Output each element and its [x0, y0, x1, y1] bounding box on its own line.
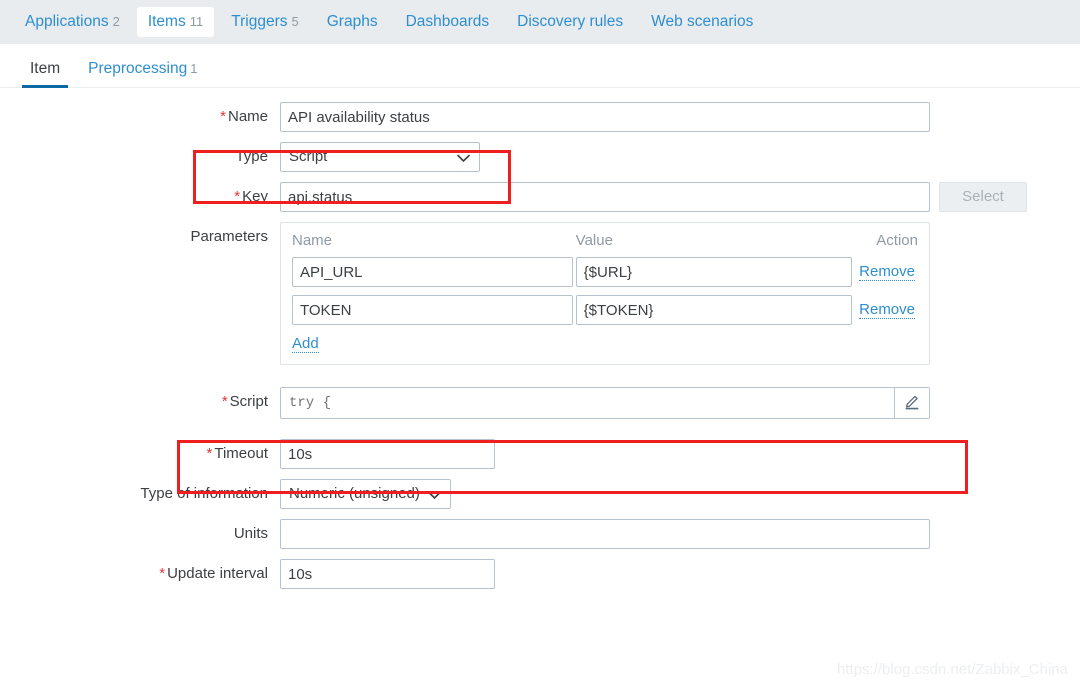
- label-update-interval: * Update interval: [0, 559, 280, 589]
- update-interval-input[interactable]: [280, 559, 495, 589]
- watermark: https://blog.csdn.net/Zabbix_China: [837, 661, 1068, 678]
- required-asterisk: *: [206, 445, 213, 462]
- label-type: Type: [0, 142, 280, 172]
- row-update-interval: * Update interval: [0, 559, 1080, 589]
- type-select[interactable]: Script: [280, 142, 480, 172]
- object-tab-label: Dashboards: [405, 13, 490, 30]
- cell-param-value: [575, 257, 853, 295]
- cell-param-name: [292, 295, 576, 333]
- label-parameters: Parameters: [0, 222, 280, 252]
- required-asterisk: *: [159, 565, 166, 582]
- row-script: * Script: [0, 387, 1080, 419]
- object-tab-bar: Applications 2 Items 11 Triggers 5 Graphs D…: [0, 0, 1080, 44]
- cell-param-action: Remove: [853, 257, 918, 295]
- parameters-panel: Name Value Action Remove: [280, 222, 930, 365]
- name-input[interactable]: [280, 102, 930, 132]
- cell-param-value: [575, 295, 853, 333]
- object-tab-items[interactable]: Items 11: [136, 7, 215, 37]
- object-tab-count: 2: [112, 14, 120, 29]
- cell-param-action: Remove: [853, 295, 918, 333]
- remove-param-link-0[interactable]: Remove: [859, 263, 915, 281]
- required-asterisk: *: [234, 188, 241, 205]
- object-tab-label: Items: [147, 13, 186, 30]
- object-tab-count: 5: [291, 14, 299, 29]
- table-row: Remove: [292, 257, 918, 295]
- table-row: Remove: [292, 295, 918, 333]
- cell-param-name: [292, 257, 576, 295]
- row-type-of-information: Type of information Numeric (unsigned): [0, 479, 1080, 509]
- tab-item[interactable]: Item: [16, 60, 74, 88]
- label-type-of-information: Type of information: [0, 479, 280, 509]
- type-select-value: Script: [289, 148, 328, 165]
- object-tab-graphs[interactable]: Graphs: [316, 7, 389, 37]
- object-tab-count: 11: [189, 14, 204, 29]
- type-of-information-select[interactable]: Numeric (unsigned): [280, 479, 451, 509]
- param-value-input-0[interactable]: [575, 257, 852, 287]
- label-name: * Name: [0, 102, 280, 132]
- units-input[interactable]: [280, 519, 930, 549]
- script-input[interactable]: [281, 388, 894, 418]
- label-parameters-text: Parameters: [190, 228, 268, 245]
- object-tab-label: Graphs: [326, 13, 378, 30]
- label-key: * Key: [0, 182, 280, 212]
- label-update-interval-text: Update interval: [167, 565, 268, 582]
- header-param-name: Name: [292, 232, 333, 249]
- tab-preprocessing-label: Preprocessing: [88, 60, 188, 77]
- header-param-value: Value: [575, 232, 613, 249]
- label-type-of-information-text: Type of information: [140, 485, 268, 502]
- object-tab-discovery-rules[interactable]: Discovery rules: [506, 7, 634, 37]
- row-parameters: Parameters Name Value Action API_URL {$U…: [0, 222, 1080, 365]
- label-timeout: * Timeout: [0, 439, 280, 469]
- key-input[interactable]: [280, 182, 930, 212]
- remove-param-link-1[interactable]: Remove: [859, 301, 915, 319]
- param-value-input-1[interactable]: [575, 295, 852, 325]
- timeout-input[interactable]: [280, 439, 495, 469]
- tab-preprocessing[interactable]: Preprocessing 1: [74, 60, 211, 87]
- form-tab-bar: Item Preprocessing 1: [0, 44, 1080, 88]
- add-param-link[interactable]: Add: [292, 335, 319, 353]
- object-tab-label: Triggers: [231, 13, 288, 30]
- row-units: Units: [0, 519, 1080, 549]
- tab-item-label: Item: [30, 60, 61, 77]
- label-units-text: Units: [233, 525, 268, 542]
- row-timeout: * Timeout: [0, 439, 1080, 469]
- param-name-input-1[interactable]: [292, 295, 573, 325]
- label-timeout-text: Timeout: [214, 445, 268, 462]
- select-key-button[interactable]: Select: [939, 182, 1027, 212]
- chevron-down-icon: [428, 480, 441, 510]
- required-asterisk: *: [220, 108, 226, 125]
- label-script: * Script: [0, 387, 280, 417]
- object-tab-applications[interactable]: Applications 2: [14, 7, 131, 37]
- object-tab-triggers[interactable]: Triggers 5: [220, 7, 310, 37]
- row-type: Type Script: [0, 142, 1080, 172]
- script-field: [280, 387, 930, 419]
- object-tab-web-scenarios[interactable]: Web scenarios: [640, 7, 764, 37]
- parameters-header-row: Name Value Action: [292, 232, 918, 257]
- add-param-row: Add: [292, 333, 918, 353]
- parameters-table: Name Value Action Remove: [292, 232, 918, 333]
- required-asterisk: *: [221, 393, 228, 410]
- label-name-text: Name: [227, 108, 268, 125]
- label-type-text: Type: [235, 148, 268, 165]
- param-name-input-0[interactable]: [292, 257, 573, 287]
- label-script-text: Script: [229, 393, 268, 410]
- label-key-text: Key: [242, 188, 268, 205]
- label-units: Units: [0, 519, 280, 549]
- row-name: * Name: [0, 102, 1080, 132]
- header-param-action: Action: [876, 232, 918, 249]
- row-key: *Key Select: [0, 182, 1080, 212]
- script-edit-button[interactable]: [894, 388, 929, 418]
- object-tab-label: Discovery rules: [517, 13, 624, 30]
- object-tab-label: Applications: [25, 13, 109, 30]
- pencil-icon: [904, 393, 921, 413]
- type-of-information-value: Numeric (unsigned): [289, 485, 420, 502]
- object-tab-label: Web scenarios: [651, 13, 754, 30]
- item-form: *Name Type Script *Key Select Parameters: [0, 88, 1080, 589]
- tab-preprocessing-count: 1: [190, 61, 198, 76]
- object-tab-dashboards[interactable]: Dashboards: [395, 7, 501, 37]
- chevron-down-icon: [457, 143, 470, 173]
